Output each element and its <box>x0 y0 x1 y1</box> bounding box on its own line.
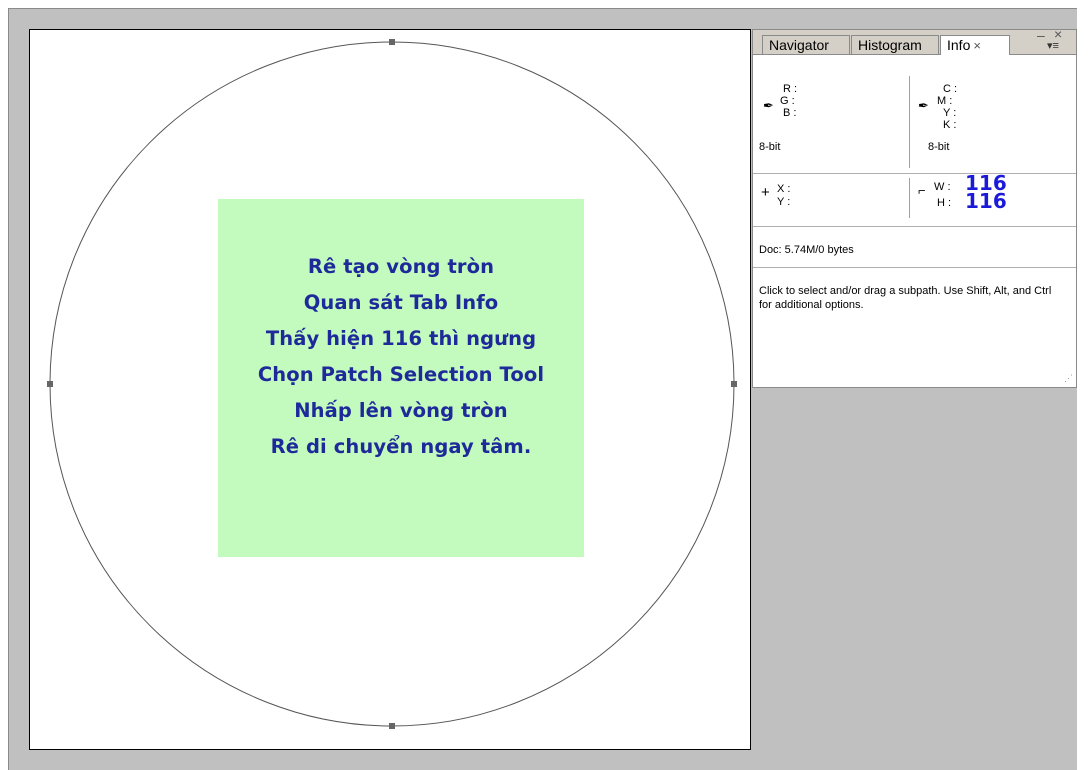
section-divider <box>753 226 1076 227</box>
anchor-point-top[interactable] <box>389 39 395 45</box>
instruction-line: Thấy hiện 116 thì ngưng <box>265 327 537 350</box>
panel-tab-bar: Navigator Histogram Info × – × ▾≡ <box>753 26 1076 55</box>
instruction-line: Quan sát Tab Info <box>303 291 499 314</box>
g-label: G : <box>780 95 795 107</box>
cmyk-bit-depth[interactable]: 8-bit <box>928 141 949 153</box>
panel-menu-icon[interactable]: ▾≡ <box>1047 39 1059 52</box>
info-panel: Navigator Histogram Info × – × ▾≡ ✒ R : G… <box>752 26 1077 388</box>
x-label: X : <box>777 183 791 195</box>
selection-size-icon: ⌐ <box>918 183 926 198</box>
tool-hint-text: Click to select and/or drag a subpath. U… <box>759 285 1052 311</box>
document-canvas[interactable]: Rê tạo vòng tròn Quan sát Tab Info Thấy … <box>29 29 751 750</box>
c-label: C : <box>943 83 958 95</box>
tab-label: Histogram <box>858 37 922 53</box>
r-label: R : <box>783 83 798 95</box>
section-divider <box>753 267 1076 268</box>
eyedropper-icon[interactable]: ✒ <box>763 98 774 114</box>
minimize-icon[interactable]: – <box>1037 27 1045 43</box>
doc-size-info: Doc: 5.74M/0 bytes <box>759 244 854 256</box>
column-divider <box>909 76 910 168</box>
tab-close-icon[interactable]: × <box>973 38 981 53</box>
tab-label: Info <box>947 37 971 53</box>
y-label: Y : <box>943 107 957 119</box>
height-value: 116 <box>965 189 1007 213</box>
anchor-point-right[interactable] <box>731 381 737 387</box>
b-label: B : <box>783 107 797 119</box>
instruction-line: Rê tạo vòng tròn <box>307 255 495 278</box>
y-label: Y : <box>777 196 791 208</box>
instruction-note: Rê tạo vòng tròn Quan sát Tab Info Thấy … <box>218 199 584 557</box>
instruction-line: Nhấp lên vòng tròn <box>294 399 508 422</box>
k-label: K : <box>943 119 957 131</box>
anchor-point-bottom[interactable] <box>389 723 395 729</box>
resize-grip-icon[interactable]: ⋰ <box>1064 373 1073 384</box>
instruction-line: Chọn Patch Selection Tool <box>257 363 545 386</box>
column-divider <box>909 178 910 218</box>
eyedropper-icon[interactable]: ✒ <box>918 98 929 114</box>
tab-label: Navigator <box>769 37 829 53</box>
tab-navigator[interactable]: Navigator <box>762 35 850 54</box>
h-label: H : <box>937 197 952 209</box>
crosshair-icon: + <box>761 184 770 201</box>
instruction-text: Rê tạo vòng tròn Quan sát Tab Info Thấy … <box>218 249 584 465</box>
w-label: W : <box>934 181 951 193</box>
section-divider <box>753 173 1076 174</box>
m-label: M : <box>937 95 953 107</box>
tab-histogram[interactable]: Histogram <box>851 35 939 54</box>
workspace: Rê tạo vòng tròn Quan sát Tab Info Thấy … <box>8 8 1077 770</box>
anchor-point-left[interactable] <box>47 381 53 387</box>
instruction-line: Rê di chuyển ngay tâm. <box>270 435 532 458</box>
tab-info[interactable]: Info × <box>940 35 1010 55</box>
rgb-bit-depth[interactable]: 8-bit <box>759 141 780 153</box>
